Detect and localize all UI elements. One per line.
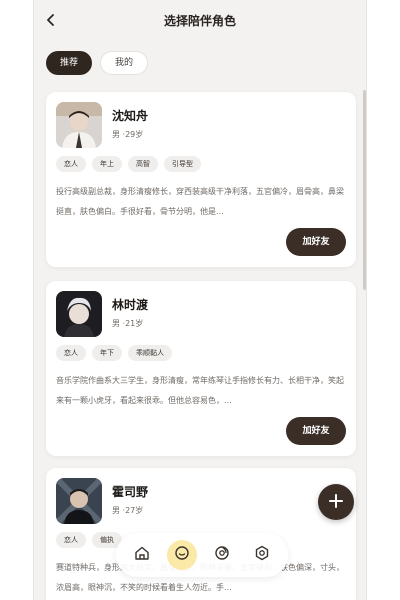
tag-list: 恋人 年上 高智 引导型 [56, 156, 201, 172]
create-character-button[interactable] [318, 484, 354, 520]
character-card[interactable]: 林时渡 男 ·21岁 恋人 年下 乖顺黏人 音乐学院作曲系大三学生，身形清瘦，常… [46, 281, 356, 456]
page-title: 选择陪伴角色 [163, 14, 236, 28]
character-meta: 男 ·27岁 [112, 506, 144, 515]
tag: 恋人 [56, 156, 86, 172]
character-card[interactable]: 沈知舟 男 ·29岁 恋人 年上 高智 引导型 投行高级副总裁，身形清瘦修长，穿… [46, 92, 356, 267]
tag: 高智 [128, 156, 158, 172]
add-friend-button[interactable]: 加好友 [286, 228, 346, 256]
tag-list: 恋人 偏执 [56, 532, 122, 548]
tab-recommended[interactable]: 推荐 [46, 51, 93, 75]
tag-list: 恋人 年下 乖顺黏人 [56, 345, 172, 361]
tag: 恋人 [56, 345, 86, 361]
bottom-nav [116, 533, 288, 577]
character-description: 投行高级副总裁，身形清瘦修长，穿西装高级干净利落，五官偏冷，眉骨高，鼻梁挺直，肤… [56, 187, 344, 216]
nav-settings[interactable] [247, 540, 277, 570]
character-name: 沈知舟 [112, 109, 149, 123]
chat-icon [174, 545, 190, 565]
home-icon [134, 545, 150, 565]
add-friend-button[interactable]: 加好友 [286, 417, 346, 445]
avatar [56, 291, 102, 337]
tab-bar: 推荐 我的 [46, 51, 149, 75]
nav-discover[interactable] [207, 540, 237, 570]
tag: 恋人 [56, 532, 86, 548]
discover-icon [214, 545, 230, 565]
app-screen: 选择陪伴角色 推荐 我的 沈知舟 男 ·29岁 恋人 年上 高智 引导型 投行高… [33, 0, 367, 600]
header: 选择陪伴角色 [34, 0, 366, 40]
plus-icon [329, 493, 343, 512]
character-meta: 男 ·21岁 [112, 319, 144, 328]
tag: 年上 [92, 156, 122, 172]
nav-home[interactable] [127, 540, 157, 570]
tag: 年下 [92, 345, 122, 361]
avatar [56, 478, 102, 524]
character-meta: 男 ·29岁 [112, 130, 144, 139]
scrollbar[interactable] [363, 90, 366, 290]
tab-mine[interactable]: 我的 [100, 51, 149, 75]
character-name: 霍司野 [112, 485, 149, 499]
nav-chat[interactable] [167, 540, 197, 570]
character-name: 林时渡 [112, 298, 149, 312]
character-description: 音乐学院作曲系大三学生，身形清瘦，常年练琴让手指修长有力、长相干净，笑起来有一颗… [56, 376, 344, 405]
tag: 引导型 [164, 156, 201, 172]
settings-icon [254, 545, 270, 565]
tag: 乖顺黏人 [128, 345, 172, 361]
avatar [56, 102, 102, 148]
